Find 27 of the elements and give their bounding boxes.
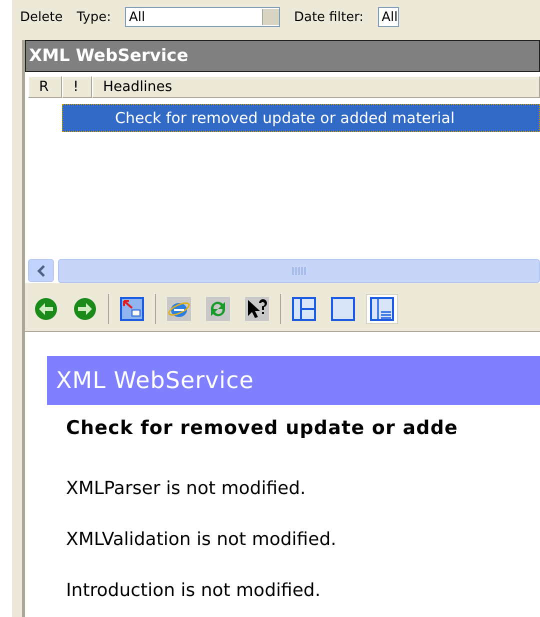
help-pointer-icon [245, 297, 269, 321]
delete-label[interactable]: Delete [20, 10, 63, 24]
grip-icon [292, 267, 306, 275]
preview-heading: Check for removed update or adde [66, 417, 460, 439]
column-header[interactable]: ! [62, 76, 92, 98]
preview-paragraph: Introduction is not modified. [66, 580, 322, 601]
forward-icon [73, 297, 97, 321]
type-dropdown[interactable]: All [124, 7, 280, 27]
date-filter-dropdown[interactable]: All [378, 7, 399, 27]
scroll-left-button[interactable] [28, 259, 54, 282]
back-icon [34, 297, 58, 321]
scrollbar-thumb[interactable] [58, 259, 540, 283]
preview-title: XML WebService [47, 356, 540, 405]
column-header[interactable]: Headlines [92, 76, 540, 98]
type-label: Type: [76, 10, 111, 24]
panel-title: XML WebService [25, 40, 540, 72]
globe-icon [167, 297, 191, 321]
date-filter-label: Date filter: [294, 10, 364, 24]
preview-layout-icon [370, 297, 394, 321]
preview-paragraph: XMLValidation is not modified. [66, 529, 338, 550]
headline-row[interactable]: Check for removed update or added material [62, 104, 540, 132]
preview-paragraph: XMLParser is not modified. [66, 478, 307, 499]
refresh-icon [206, 297, 230, 321]
single-pane-icon [331, 297, 355, 321]
column-header[interactable]: R [28, 76, 62, 98]
split-layout-icon [292, 297, 316, 321]
chevron-left-icon [36, 264, 46, 276]
